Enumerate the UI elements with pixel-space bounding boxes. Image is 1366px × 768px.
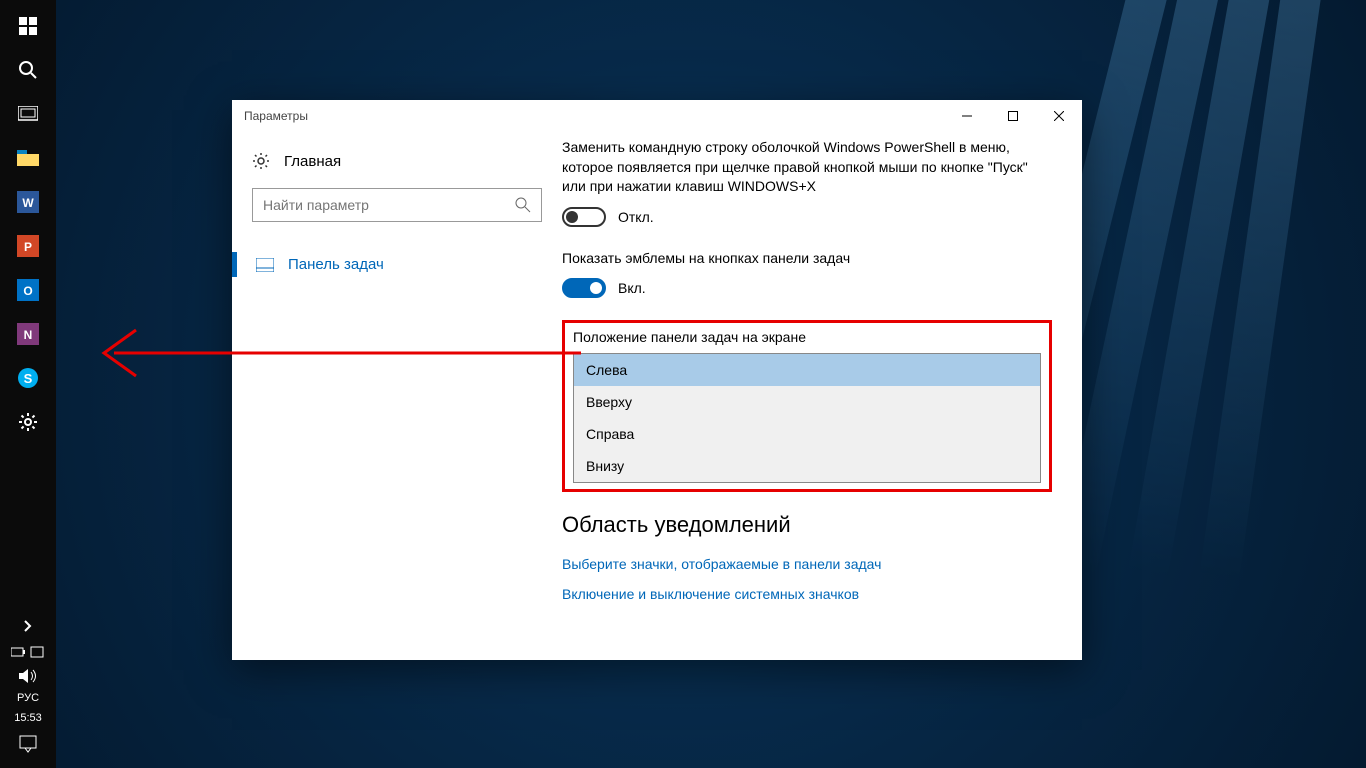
- powerpoint-icon: P: [17, 235, 39, 257]
- onenote-button[interactable]: N: [0, 312, 56, 356]
- settings-window: Параметры Главная Панель задач Заменить …: [232, 100, 1082, 660]
- volume-button[interactable]: [0, 664, 56, 688]
- tray-battery-network-icon: [11, 645, 45, 659]
- gear-icon: [18, 412, 38, 432]
- highlight-box: Положение панели задач на экране Слева В…: [562, 320, 1052, 492]
- onenote-icon: N: [17, 323, 39, 345]
- skype-button[interactable]: S: [0, 356, 56, 400]
- word-icon: W: [17, 191, 39, 213]
- chevron-right-icon: [22, 620, 34, 632]
- taskview-button[interactable]: [0, 92, 56, 136]
- settings-button[interactable]: [0, 400, 56, 444]
- powerpoint-button[interactable]: P: [0, 224, 56, 268]
- link-select-icons[interactable]: Выберите значки, отображаемые в панели з…: [562, 556, 1052, 572]
- powershell-toggle[interactable]: [562, 207, 606, 227]
- windows-icon: [19, 17, 37, 35]
- position-label: Положение панели задач на экране: [573, 329, 1041, 345]
- gear-icon: [252, 152, 270, 170]
- nav-taskbar-label: Панель задач: [288, 256, 384, 273]
- skype-icon: S: [17, 367, 39, 389]
- search-icon: [18, 60, 38, 80]
- speaker-icon: [19, 668, 37, 684]
- home-button[interactable]: Главная: [252, 152, 542, 170]
- minimize-icon: [962, 111, 972, 121]
- badges-toggle[interactable]: [562, 278, 606, 298]
- minimize-button[interactable]: [944, 100, 990, 132]
- settings-sidebar: Главная Панель задач: [232, 132, 562, 660]
- background-rays: [1066, 0, 1366, 768]
- notification-icon: [19, 735, 37, 753]
- titlebar[interactable]: Параметры: [232, 100, 1082, 132]
- search-box[interactable]: [252, 188, 542, 222]
- link-system-icons[interactable]: Включение и выключение системных значков: [562, 586, 1052, 602]
- option-right[interactable]: Справа: [574, 418, 1040, 450]
- outlook-button[interactable]: O: [0, 268, 56, 312]
- svg-text:O: O: [23, 284, 32, 298]
- close-icon: [1054, 111, 1064, 121]
- clock[interactable]: 15:53: [14, 708, 42, 728]
- taskview-icon: [18, 106, 38, 122]
- notification-heading: Область уведомлений: [562, 512, 1052, 538]
- svg-text:N: N: [24, 328, 33, 342]
- powershell-description: Заменить командную строку оболочкой Wind…: [562, 138, 1052, 197]
- action-center-button[interactable]: [0, 728, 56, 760]
- taskbar-icon: [256, 258, 274, 272]
- option-top[interactable]: Вверху: [574, 386, 1040, 418]
- outlook-icon: O: [17, 279, 39, 301]
- folder-icon: [17, 150, 39, 166]
- word-button[interactable]: W: [0, 180, 56, 224]
- toggle-on-label: Вкл.: [618, 280, 646, 296]
- svg-text:W: W: [22, 196, 34, 210]
- badges-description: Показать эмблемы на кнопках панели задач: [562, 249, 1052, 269]
- toggle-off-label: Откл.: [618, 209, 654, 225]
- language-indicator[interactable]: РУС: [17, 688, 39, 708]
- search-icon: [515, 197, 531, 213]
- search-button[interactable]: [0, 48, 56, 92]
- tray-expand[interactable]: [0, 612, 56, 640]
- nav-taskbar[interactable]: Панель задач: [252, 246, 542, 283]
- position-dropdown[interactable]: Слева Вверху Справа Внизу: [573, 353, 1041, 483]
- svg-text:S: S: [24, 371, 33, 386]
- maximize-button[interactable]: [990, 100, 1036, 132]
- svg-text:P: P: [24, 240, 32, 254]
- window-title: Параметры: [244, 109, 308, 123]
- settings-content: Заменить командную строку оболочкой Wind…: [562, 132, 1082, 660]
- search-input[interactable]: [263, 197, 515, 213]
- start-button[interactable]: [0, 4, 56, 48]
- fileexplorer-button[interactable]: [0, 136, 56, 180]
- close-button[interactable]: [1036, 100, 1082, 132]
- maximize-icon: [1008, 111, 1018, 121]
- option-left[interactable]: Слева: [574, 354, 1040, 386]
- taskbar: W P O N S РУС 15:53: [0, 0, 56, 768]
- tray-icons[interactable]: [0, 640, 56, 664]
- option-bottom[interactable]: Внизу: [574, 450, 1040, 482]
- home-label: Главная: [284, 153, 341, 170]
